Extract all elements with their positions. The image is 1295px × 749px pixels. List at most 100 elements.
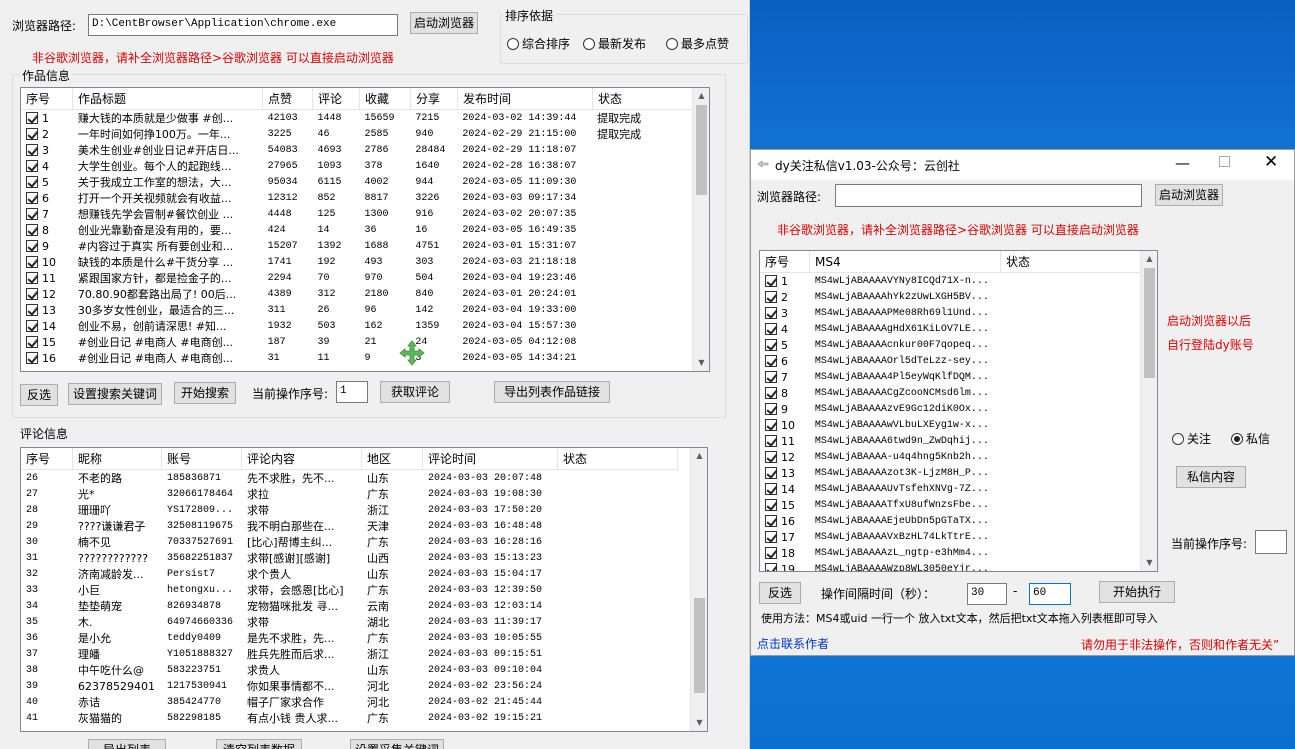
works-list[interactable]: 序号 作品标题 点赞 评论 收藏 分享 发布时间 状态 1 赚大钱的本质就是少做事… [20, 87, 710, 372]
table-row[interactable]: 30 楠不见 70337527691 [比心]帮博主纠... 广东 2024-03-03 … [21, 535, 690, 551]
checkbox[interactable] [765, 355, 777, 367]
checkbox[interactable] [26, 208, 38, 220]
set-filter-button[interactable]: 设置采集关键词 [350, 739, 444, 749]
dm-launch-browser-button[interactable]: 启动浏览器 [1155, 184, 1223, 206]
table-row[interactable]: 9 #内容过于真实 所有要创业和... 15207 1392 1688 4751 2024-… [21, 239, 692, 255]
table-row[interactable]: 11 紧跟国家方针，都是捡金子的... 2294 70 970 504 2024-03-04… [21, 271, 692, 287]
interval-to-input[interactable]: 60 [1029, 583, 1071, 605]
close-icon[interactable]: ✕ [1264, 152, 1278, 172]
checkbox[interactable] [765, 515, 777, 527]
checkbox[interactable] [765, 291, 777, 303]
checkbox[interactable] [26, 288, 38, 300]
maximize-icon[interactable] [1219, 156, 1230, 167]
table-row[interactable]: 33 小巨 hetongxu... 求带，会感恩[比心] 广东 2024-03-03 12… [21, 583, 690, 599]
table-row[interactable]: 34 垫垫萌宠 826934878 宠物猫咪批发 寻... 云南 2024-03-03 1… [21, 599, 690, 615]
col-header[interactable]: 账号 [162, 448, 242, 469]
table-row[interactable]: 36 是小允 teddy0409 是先不求胜，先... 广东 2024-03-03 10:… [21, 631, 690, 647]
table-row[interactable]: 41 灰猫猫的 582298185 有点小钱 贵人求... 广东 2024-03-02 1… [21, 711, 690, 727]
table-row[interactable]: 26 不老的路 185836871 先不求胜，先不... 山东 2024-03-03 20… [21, 471, 690, 487]
comments-list[interactable]: 序号 昵称 账号 评论内容 地区 评论时间 状态 26 不老的路 185836871… [20, 447, 708, 732]
checkbox[interactable] [26, 192, 38, 204]
dm-content-button[interactable]: 私信内容 [1176, 466, 1246, 488]
comments-scrollbar[interactable]: ▲ ▼ [690, 448, 707, 731]
table-row[interactable]: 6 MS4wLjABAAAAOrl5dTeLzz-sey... [760, 354, 1140, 370]
col-header[interactable]: 序号 [21, 448, 73, 469]
table-row[interactable]: 15 #创业日记 #电商人 #电商创... 187 39 21 24 2024-03-05 … [21, 335, 692, 351]
checkbox[interactable] [26, 256, 38, 268]
table-row[interactable]: 40 赤诘 385424770 帽子厂家求合作 河北 2024-03-02 21:45:4… [21, 695, 690, 711]
current-op-input[interactable]: 1 [336, 381, 368, 403]
table-row[interactable]: 14 创业不易，创前请深思! #知... 1932 503 162 1359 2024-03… [21, 319, 692, 335]
checkbox[interactable] [765, 307, 777, 319]
clear-list-button[interactable]: 清空列表数据 [216, 739, 302, 749]
checkbox[interactable] [26, 320, 38, 332]
checkbox[interactable] [765, 419, 777, 431]
scroll-up-icon[interactable]: ▲ [691, 448, 707, 464]
checkbox[interactable] [765, 339, 777, 351]
col-header[interactable]: 地区 [362, 448, 423, 469]
export-list-button[interactable]: 导出列表 [88, 739, 166, 749]
checkbox[interactable] [26, 224, 38, 236]
checkbox[interactable] [26, 128, 38, 140]
table-row[interactable]: 38 中午吃什么@ 583223751 求贵人 山东 2024-03-03 09:10:0… [21, 663, 690, 679]
table-row[interactable]: 5 MS4wLjABAAAAcnkur00F7qopeq... [760, 338, 1140, 354]
table-row[interactable]: 15 MS4wLjABAAAATfxU8ufWnzsFbe... [760, 498, 1140, 514]
checkbox[interactable] [765, 563, 777, 571]
table-row[interactable]: 2 一年时间如何挣100万。一年... 3225 46 2585 940 2024-02-2… [21, 127, 692, 143]
table-row[interactable]: 10 MS4wLjABAAAAwVLbuLXEyg1w-x... [760, 418, 1140, 434]
checkbox[interactable] [26, 304, 38, 316]
col-header[interactable]: 评论内容 [242, 448, 362, 469]
checkbox[interactable] [765, 371, 777, 383]
col-header[interactable]: 点赞 [263, 88, 313, 109]
checkbox[interactable] [26, 336, 38, 348]
scroll-thumb[interactable] [694, 598, 705, 693]
col-header[interactable]: MS4 [810, 251, 1001, 272]
follow-radio[interactable]: 关注 [1172, 430, 1211, 447]
scroll-thumb[interactable] [1144, 268, 1155, 378]
table-row[interactable]: 28 珊珊吖 YS172809... 求带 浙江 2024-03-03 17:50:20 [21, 503, 690, 519]
works-scrollbar[interactable]: ▲ ▼ [692, 88, 709, 371]
table-row[interactable]: 11 MS4wLjABAAAA6twd9n_ZwDqhij... [760, 434, 1140, 450]
checkbox[interactable] [26, 176, 38, 188]
get-comments-button[interactable]: 获取评论 [380, 381, 450, 403]
col-header[interactable]: 昵称 [73, 448, 162, 469]
col-header[interactable]: 评论 [313, 88, 360, 109]
scroll-down-icon[interactable]: ▼ [691, 715, 707, 731]
checkbox[interactable] [26, 272, 38, 284]
scroll-down-icon[interactable]: ▼ [1141, 555, 1157, 571]
ms4-list[interactable]: 序号 MS4 状态 1 MS4wLjABAAAAVYNy8ICQd71X-n...… [759, 250, 1158, 572]
table-row[interactable]: 8 MS4wLjABAAAACgZcooNCMsd6lm... [760, 386, 1140, 402]
scroll-up-icon[interactable]: ▲ [1141, 251, 1157, 267]
col-header[interactable]: 作品标题 [73, 88, 263, 109]
checkbox[interactable] [765, 387, 777, 399]
start-search-button[interactable]: 开始搜索 [174, 382, 236, 404]
checkbox[interactable] [765, 403, 777, 415]
col-header[interactable]: 序号 [21, 88, 73, 109]
col-header[interactable]: 收藏 [360, 88, 411, 109]
scroll-down-icon[interactable]: ▼ [693, 355, 709, 371]
table-row[interactable]: 39 62378529401 1217530941 你如果事情都不... 河北 2024-… [21, 679, 690, 695]
interval-from-input[interactable]: 30 [967, 583, 1007, 605]
col-header[interactable]: 状态 [558, 448, 678, 469]
col-header[interactable]: 序号 [760, 251, 810, 272]
table-row[interactable]: 4 MS4wLjABAAAAgHdX61KiLOV7LE... [760, 322, 1140, 338]
table-row[interactable]: 32 济南减龄发... Persist7 求个贵人 山东 2024-03-03 15:04… [21, 567, 690, 583]
message-radio[interactable]: 私信 [1231, 430, 1270, 447]
table-row[interactable]: 19 MS4wLjABAAAAWzp8WL3050eYjr... [760, 562, 1140, 571]
sort-radio-most-liked[interactable]: 最多点赞 [666, 35, 729, 52]
table-row[interactable]: 16 #创业日记 #电商人 #电商创... 31 11 9 3 2024-03-05 14:… [21, 351, 692, 367]
dm-invert-selection-button[interactable]: 反选 [759, 582, 801, 604]
table-row[interactable]: 3 美术生创业#创业日记#开店日... 54083 4693 2786 28484 2024… [21, 143, 692, 159]
table-row[interactable]: 6 打开一个开关视频就会有收益... 12312 852 8817 3226 2024-03… [21, 191, 692, 207]
table-row[interactable]: 13 MS4wLjABAAAAzot3K-LjzM8H_P... [760, 466, 1140, 482]
table-row[interactable]: 7 想赚钱先学会冒制#餐饮创业 ... 4448 125 1300 916 2024-03-… [21, 207, 692, 223]
checkbox[interactable] [765, 275, 777, 287]
checkbox[interactable] [765, 451, 777, 463]
contact-author-link[interactable]: 点击联系作者 [757, 635, 829, 652]
table-row[interactable]: 37 理皤 Y1051888327 胜兵先胜而后求... 浙江 2024-03-03 09… [21, 647, 690, 663]
scroll-thumb[interactable] [696, 105, 707, 195]
table-row[interactable]: 18 MS4wLjABAAAAzL_ngtp-e3hMm4... [760, 546, 1140, 562]
dm-browser-path-input[interactable] [835, 184, 1142, 207]
table-row[interactable]: 5 关于我成立工作室的想法，大... 95034 6115 4002 944 2024-03… [21, 175, 692, 191]
dm-current-op-input[interactable] [1255, 530, 1287, 554]
